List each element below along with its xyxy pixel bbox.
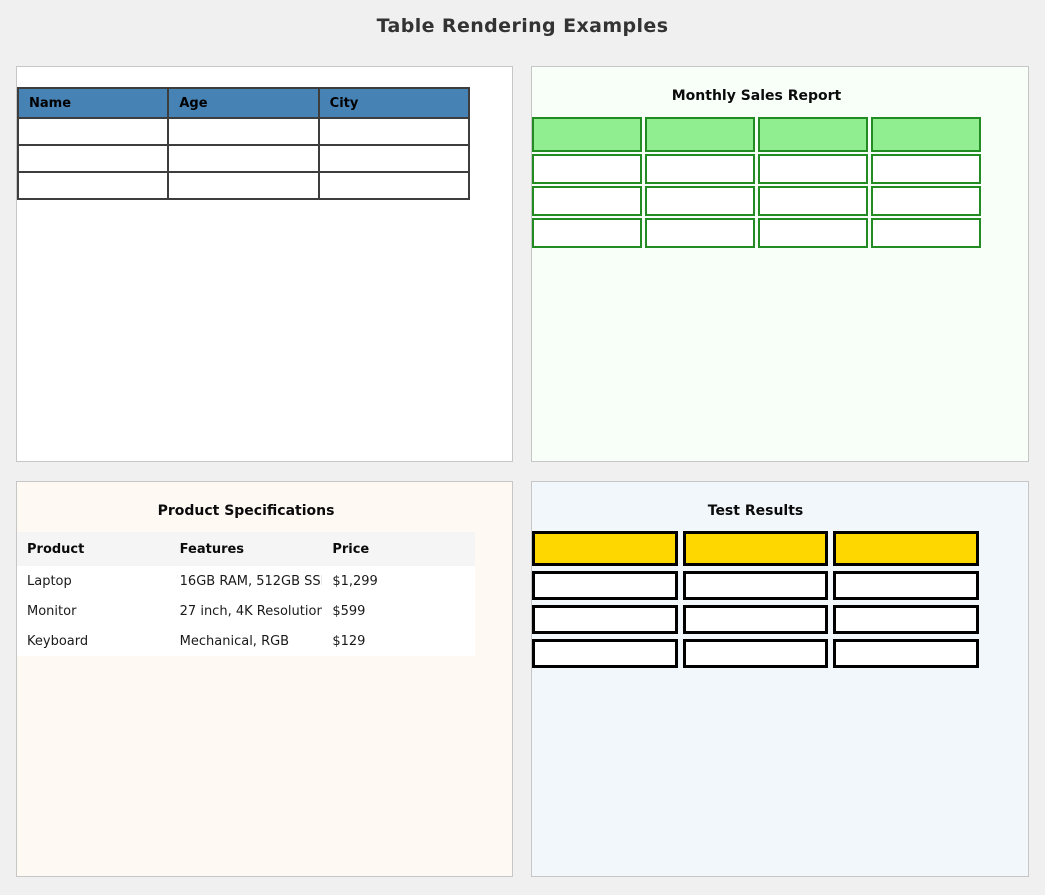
simple-table-header-city: City: [319, 88, 469, 118]
empty-cell: [319, 118, 469, 145]
sales-header-cell: [645, 117, 755, 152]
empty-cell: [168, 145, 318, 172]
simple-table-header-row: Name Age City: [18, 88, 469, 118]
empty-cell: [645, 218, 755, 248]
empty-cell: [168, 118, 318, 145]
products-table: Product Features Price Laptop 16GB RAM, …: [17, 532, 475, 656]
simple-table-body: [18, 118, 469, 199]
panel-test-results: Test Results: [531, 481, 1029, 877]
empty-cell: [833, 571, 979, 600]
panel-product-specifications: Product Specifications Product Features …: [16, 481, 513, 877]
empty-cell: [532, 154, 642, 184]
product-name-cell: Monitor: [17, 596, 170, 626]
empty-cell: [683, 571, 829, 600]
table-row: [18, 145, 469, 172]
empty-cell: [18, 145, 168, 172]
empty-cell: [833, 605, 979, 634]
page-title: Table Rendering Examples: [0, 0, 1045, 37]
sales-header-cell: [758, 117, 868, 152]
empty-cell: [168, 172, 318, 199]
tests-header-cell: [833, 531, 979, 566]
panel-monthly-sales-report: Monthly Sales Report: [531, 66, 1029, 462]
panel-simple-table: Name Age City: [16, 66, 513, 462]
simple-table: Name Age City: [17, 87, 470, 200]
products-table-head: Product Features Price: [17, 532, 475, 566]
table-row: [18, 172, 469, 199]
tests-table: [532, 531, 979, 668]
simple-table-header-name: Name: [18, 88, 168, 118]
product-price-cell: $1,299: [322, 566, 475, 596]
empty-cell: [18, 118, 168, 145]
table-row: Monitor 27 inch, 4K Resolution $599: [17, 596, 475, 626]
empty-cell: [532, 639, 678, 668]
product-price-cell: $599: [322, 596, 475, 626]
empty-cell: [683, 605, 829, 634]
empty-cell: [833, 639, 979, 668]
product-name-cell: Keyboard: [17, 626, 170, 656]
tests-header-cell: [532, 531, 678, 566]
empty-cell: [871, 186, 981, 216]
empty-cell: [532, 571, 678, 600]
empty-cell: [319, 145, 469, 172]
sales-table: [532, 117, 981, 248]
product-features-cell: 27 inch, 4K Resolution: [170, 596, 323, 626]
sales-header-cell: [871, 117, 981, 152]
products-header-product: Product: [17, 532, 170, 566]
table-row: Keyboard Mechanical, RGB $129: [17, 626, 475, 656]
empty-cell: [871, 218, 981, 248]
sales-report-title: Monthly Sales Report: [532, 88, 981, 104]
empty-cell: [758, 154, 868, 184]
products-table-body: Laptop 16GB RAM, 512GB SSD $1,299 Monito…: [17, 566, 475, 656]
table-row: Laptop 16GB RAM, 512GB SSD $1,299: [17, 566, 475, 596]
empty-cell: [645, 186, 755, 216]
empty-cell: [645, 154, 755, 184]
empty-cell: [758, 186, 868, 216]
table-row: [18, 118, 469, 145]
empty-cell: [532, 605, 678, 634]
products-header-features: Features: [170, 532, 323, 566]
empty-cell: [871, 154, 981, 184]
test-results-title: Test Results: [532, 503, 979, 519]
empty-cell: [532, 218, 642, 248]
simple-table-header-age: Age: [168, 88, 318, 118]
panels-grid: Name Age City: [16, 66, 1029, 877]
empty-cell: [18, 172, 168, 199]
products-header-price: Price: [322, 532, 475, 566]
empty-cell: [532, 186, 642, 216]
product-features-cell: Mechanical, RGB: [170, 626, 323, 656]
empty-cell: [683, 639, 829, 668]
sales-header-cell: [532, 117, 642, 152]
empty-cell: [758, 218, 868, 248]
simple-table-head: Name Age City: [18, 88, 469, 118]
product-specs-title: Product Specifications: [17, 503, 475, 519]
product-price-cell: $129: [322, 626, 475, 656]
product-name-cell: Laptop: [17, 566, 170, 596]
tests-header-cell: [683, 531, 829, 566]
products-header-row: Product Features Price: [17, 532, 475, 566]
empty-cell: [319, 172, 469, 199]
product-features-cell: 16GB RAM, 512GB SSD: [170, 566, 323, 596]
